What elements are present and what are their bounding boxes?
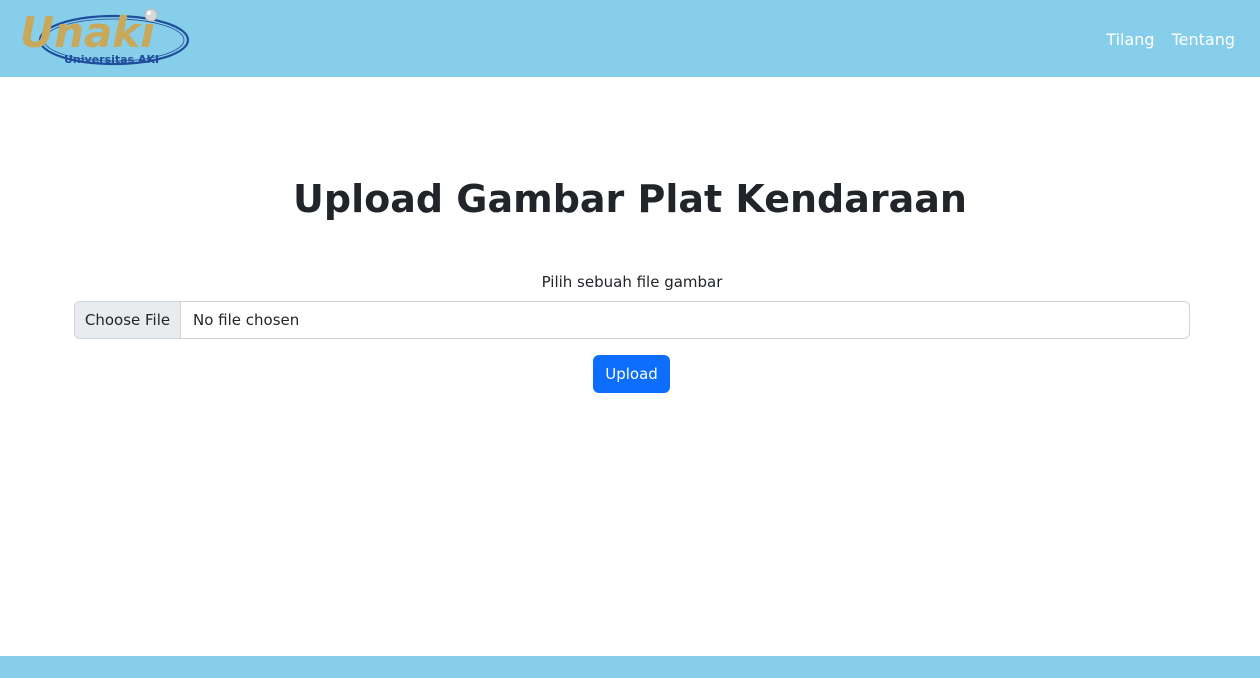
nav-links: Tilang Tentang [1106, 29, 1235, 51]
file-status-text: No file chosen [193, 311, 300, 329]
nav-link-tentang[interactable]: Tentang [1172, 29, 1235, 51]
svg-text:Unaki: Unaki [20, 8, 155, 57]
nav-link-tilang[interactable]: Tilang [1106, 29, 1154, 51]
footer [0, 656, 1260, 678]
brand-logo[interactable]: Unaki Universitas AKI [18, 6, 194, 72]
file-label: Pilih sebuah file gambar [541, 273, 723, 291]
choose-file-button[interactable]: Choose File [75, 302, 181, 338]
unaki-logo-icon: Unaki Universitas AKI [20, 8, 190, 66]
page-title: Upload Gambar Plat Kendaraan [293, 177, 967, 221]
file-input[interactable]: Choose File No file chosen [74, 301, 1190, 339]
navbar: Unaki Universitas AKI Tilang Tentang [0, 0, 1260, 77]
svg-text:Universitas AKI: Universitas AKI [64, 53, 159, 66]
upload-button[interactable]: Upload [593, 355, 670, 393]
